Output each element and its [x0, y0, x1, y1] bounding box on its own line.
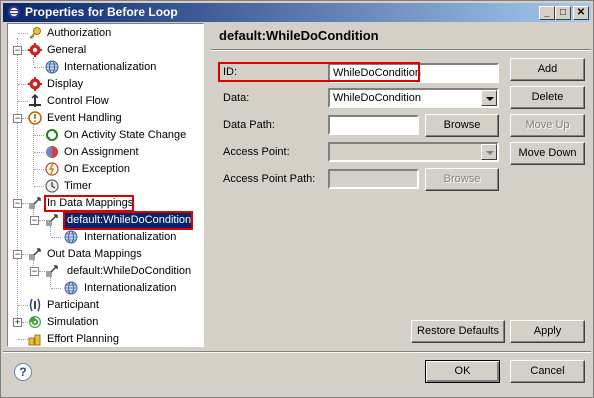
tree-item-display[interactable]: Display [8, 76, 203, 92]
globe-icon [45, 60, 59, 74]
collapse-toggle[interactable]: − [13, 199, 22, 208]
restore-defaults-button[interactable]: Restore Defaults [411, 320, 505, 343]
collapse-toggle[interactable]: − [30, 216, 39, 225]
data-path-label: Data Path: [223, 119, 275, 131]
tree-item-timer[interactable]: Timer [8, 178, 203, 194]
tree-item-label: Timer [64, 180, 92, 192]
highlight-box [44, 195, 134, 212]
tree-item-label: Simulation [47, 316, 99, 328]
tree-item-label: On Activity State Change [64, 129, 187, 141]
simulation-icon [29, 316, 41, 328]
gear-icon [28, 77, 42, 91]
exception-icon [45, 162, 59, 176]
tree-item-participant[interactable]: Participant [8, 297, 203, 313]
data-select-value: WhileDoCondition [333, 92, 422, 104]
maximize-button[interactable]: □ [555, 6, 571, 20]
gear-icon [28, 43, 42, 57]
ok-button[interactable]: OK [425, 360, 500, 383]
access-point-label: Access Point: [223, 146, 290, 158]
participant-icon [29, 298, 41, 312]
tree-item-label: Internationalization [64, 61, 157, 73]
globe-icon [64, 281, 78, 295]
clock-icon [45, 179, 59, 193]
collapse-toggle[interactable]: − [13, 114, 22, 123]
eclipse-icon [8, 6, 20, 18]
tree-item-label: Out Data Mappings [47, 248, 142, 260]
key-icon [29, 27, 41, 40]
assignment-icon [46, 146, 58, 158]
control-flow-icon [29, 94, 41, 107]
tree-item-label: Event Handling [47, 112, 122, 124]
chevron-down-icon [481, 144, 497, 160]
tree-item-event-handling[interactable]: − Event Handling [8, 110, 203, 126]
tree-item-internationalization[interactable]: Internationalization [8, 59, 203, 75]
divider [211, 49, 591, 51]
access-point-select [328, 142, 499, 162]
data-label: Data: [223, 92, 250, 104]
collapse-toggle[interactable]: − [13, 46, 22, 55]
cancel-button[interactable]: Cancel [510, 360, 585, 383]
tree-item-label: Authorization [47, 27, 112, 39]
tree-item-label: default:WhileDoCondition [67, 265, 192, 277]
highlight-box [63, 211, 193, 230]
tree-item-internationalization[interactable]: Internationalization [8, 280, 203, 296]
data-mapping-icon [46, 214, 58, 226]
tree-item-on-activity-state-change[interactable]: On Activity State Change [8, 127, 203, 143]
globe-icon [64, 230, 78, 244]
expand-toggle[interactable]: + [13, 318, 22, 327]
access-point-path-label: Access Point Path: [223, 173, 316, 185]
browse-disabled-button: Browse [425, 168, 499, 191]
minimize-button[interactable]: _ [539, 6, 555, 20]
move-up-button: Move Up [510, 114, 585, 137]
close-button[interactable]: ✕ [573, 6, 589, 20]
tree-item-label: Participant [47, 299, 99, 311]
data-path-field[interactable] [328, 115, 419, 135]
data-mapping-icon [46, 265, 58, 277]
tree-item-label: On Exception [64, 163, 131, 175]
tree-item-general[interactable]: − General [8, 42, 203, 58]
add-button[interactable]: Add [510, 58, 585, 81]
divider [3, 351, 591, 353]
help-icon[interactable]: ? [14, 363, 32, 381]
tree-item-label: Display [47, 78, 84, 90]
property-tree[interactable]: Authorization − General Internationaliza… [7, 23, 204, 347]
tree-item-control-flow[interactable]: Control Flow [8, 93, 203, 109]
window-title: Properties for Before Loop [25, 5, 178, 19]
highlight-box [218, 62, 420, 82]
data-mapping-icon [29, 197, 41, 209]
move-down-button[interactable]: Move Down [510, 142, 585, 165]
page-title: default:WhileDoCondition [219, 28, 379, 43]
apply-button[interactable]: Apply [510, 320, 585, 343]
tree-item-label: Internationalization [84, 282, 177, 294]
tree-item-authorization[interactable]: Authorization [8, 25, 203, 41]
effort-icon [28, 334, 41, 346]
tree-item-internationalization[interactable]: Internationalization [8, 229, 203, 245]
tree-item-label: Control Flow [47, 95, 109, 107]
collapse-toggle[interactable]: − [13, 250, 22, 259]
tree-item-on-exception[interactable]: On Exception [8, 161, 203, 177]
state-change-icon [46, 129, 58, 141]
chevron-down-icon[interactable] [481, 90, 497, 106]
tree-item-out-data-mappings[interactable]: − Out Data Mappings [8, 246, 203, 262]
warning-icon [28, 111, 42, 125]
browse-button[interactable]: Browse [425, 114, 499, 137]
access-point-path-field [328, 169, 419, 189]
delete-button[interactable]: Delete [510, 86, 585, 109]
tree-item-out-default-whiledocondition[interactable]: − default:WhileDoCondition [8, 263, 203, 279]
tree-item-simulation[interactable]: + Simulation [8, 314, 203, 330]
tree-item-label: General [47, 44, 87, 56]
tree-item-label: On Assignment [64, 146, 139, 158]
tree-item-on-assignment[interactable]: On Assignment [8, 144, 203, 160]
data-mapping-icon [29, 248, 41, 260]
tree-item-label: Internationalization [84, 231, 177, 243]
properties-dialog: Properties for Before Loop _ □ ✕ Authori… [0, 0, 594, 398]
tree-item-label: Effort Planning [47, 333, 119, 345]
data-select[interactable]: WhileDoCondition [328, 88, 499, 108]
tree-item-effort-planning[interactable]: Effort Planning [8, 331, 203, 346]
collapse-toggle[interactable]: − [30, 267, 39, 276]
title-bar[interactable]: Properties for Before Loop _ □ ✕ [3, 3, 591, 22]
